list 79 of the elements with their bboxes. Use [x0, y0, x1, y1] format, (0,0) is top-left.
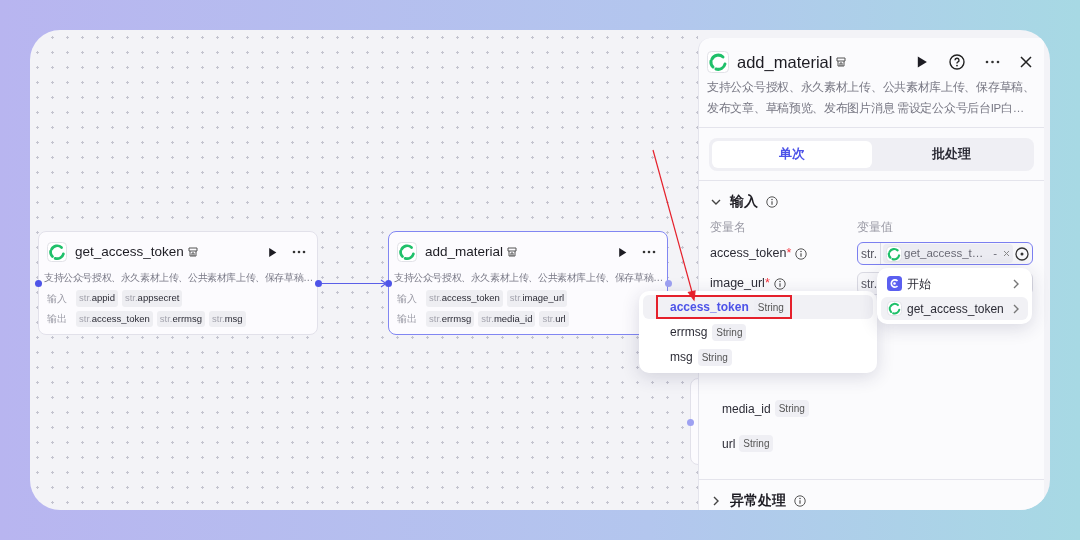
type-tag: str.appsecret	[121, 290, 183, 307]
port-dot	[385, 280, 392, 287]
type-tag: str.url	[539, 310, 569, 327]
menu-item[interactable]: access_token String	[643, 295, 873, 319]
start-icon	[887, 276, 902, 291]
panel-title: add_material	[737, 52, 833, 73]
field-label: 输入	[47, 291, 68, 306]
menu-label: 开始	[907, 275, 932, 293]
info-icon	[766, 195, 778, 208]
menu-item[interactable]: 开始	[881, 272, 1028, 295]
type-tag: str.media_id	[478, 310, 536, 327]
type-tag: str.image_url	[506, 290, 568, 307]
variable-name: msg	[670, 349, 693, 366]
type-tag: str.access_token	[76, 310, 153, 327]
menu-item[interactable]: get_access_token	[881, 297, 1028, 320]
type-tag: str.errmsg	[156, 310, 205, 327]
param-name: access_token*	[710, 245, 792, 263]
port-dot	[687, 419, 694, 426]
circular-arrows-icon	[397, 242, 417, 263]
tab[interactable]: 批处理	[871, 140, 1031, 168]
connector-arrow	[321, 279, 388, 288]
circular-arrows-icon	[887, 301, 902, 316]
chip-label: get_access_t…	[904, 246, 984, 262]
type-prefix: str.	[858, 243, 881, 265]
type-tag: str.access_token	[426, 290, 503, 307]
column-header: 变量名	[710, 218, 747, 236]
more-icon[interactable]	[985, 59, 1000, 66]
play-icon[interactable]	[617, 246, 628, 258]
output-name: url	[722, 435, 736, 453]
field-label: 输入	[397, 291, 418, 306]
variable-field[interactable]: str. get_access_t… -	[857, 242, 1033, 266]
type-tag: String	[697, 348, 732, 366]
more-icon[interactable]	[292, 249, 306, 256]
type-tag: str.errmsg	[426, 310, 475, 327]
param-name: image_url*	[710, 275, 770, 293]
node-card[interactable]: add_material 支持公众号授权、永久素材上传、公共素材库上传、保存草稿… 输入 str.access_token str.image_url 输出 str.errmsg str.media_id str.url	[388, 231, 668, 335]
play-icon[interactable]	[267, 246, 278, 258]
circular-arrows-icon	[47, 242, 67, 263]
port-dot	[35, 280, 42, 287]
circular-arrows-icon	[886, 245, 902, 262]
field-label: 输出	[47, 312, 68, 327]
column-header: 变量值	[857, 218, 893, 236]
port-dot	[665, 280, 672, 287]
panel-description: 支持公众号授权、永久素材上传、公共素材库上传、保存草稿、发布文章、草稿预览、发布图片消息 需设定公众号后台IP白…	[707, 79, 1035, 116]
target-icon[interactable]	[1015, 246, 1029, 261]
info-icon	[795, 247, 808, 260]
node-description: 支持公众号授权、永久素材上传、公共素材库上传、保存草稿…	[394, 271, 662, 286]
section-title: 异常处理	[730, 491, 786, 510]
node-card[interactable]: get_access_token 支持公众号授权、永久素材上传、公共素材库上传、保存草稿… 输入 str.appid str.appsecret 输出 str.access_token str.errmsg str.msg	[38, 231, 318, 335]
section-title: 输入	[730, 192, 758, 211]
info-icon	[794, 494, 806, 507]
clear-icon[interactable]	[1003, 250, 1011, 258]
close-icon[interactable]	[1020, 56, 1032, 69]
info-icon	[773, 277, 786, 290]
node-title: get_access_token	[75, 243, 184, 261]
suffix-text: -	[993, 246, 998, 262]
more-icon[interactable]	[642, 249, 656, 256]
variable-name: access_token	[670, 299, 749, 316]
circular-arrows-icon	[707, 51, 729, 74]
field-label: 输出	[397, 312, 418, 327]
type-tag: String	[774, 400, 809, 418]
port-dot	[315, 280, 322, 287]
variable-name: errmsg	[670, 324, 708, 341]
type-tag: String	[712, 323, 747, 341]
store-icon	[187, 247, 198, 258]
help-icon[interactable]	[949, 54, 965, 71]
output-name: media_id	[722, 400, 771, 418]
type-tag: str.appid	[76, 290, 118, 307]
node-title: add_material	[425, 243, 504, 261]
store-icon	[836, 57, 847, 68]
type-tag: String	[739, 435, 774, 453]
store-icon	[507, 247, 518, 258]
type-tag: str.msg	[209, 310, 246, 327]
variable-chip[interactable]: get_access_t… -	[883, 244, 1014, 264]
node-description: 支持公众号授权、永久素材上传、公共素材库上传、保存草稿…	[44, 271, 312, 286]
tab[interactable]: 单次	[712, 140, 872, 168]
menu-label: get_access_token	[907, 300, 1005, 318]
play-icon[interactable]	[915, 55, 929, 70]
menu-item[interactable]: msg String	[643, 345, 873, 369]
